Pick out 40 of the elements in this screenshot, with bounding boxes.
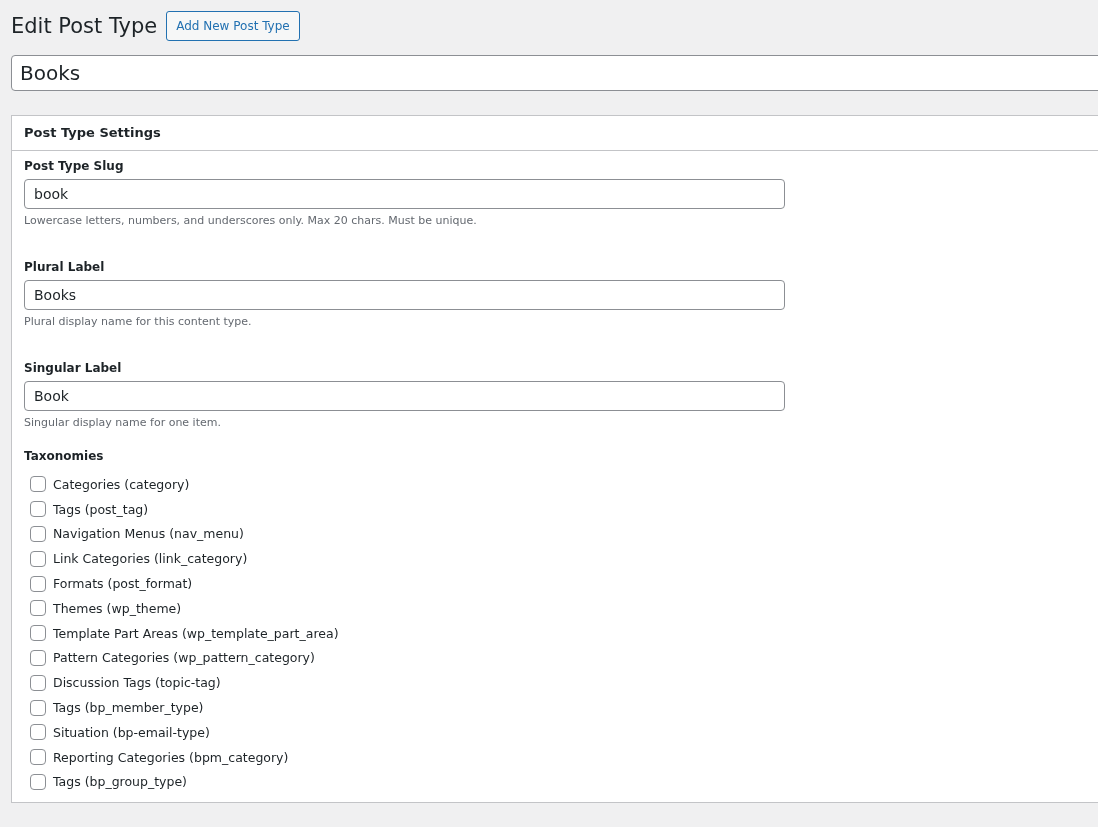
field-label: Post Type Slug [24, 159, 125, 173]
add-new-post-type-button[interactable]: Add New Post Type [166, 11, 300, 41]
checkbox[interactable] [30, 575, 46, 592]
checkbox-label: Formats (post_format) [53, 576, 193, 592]
checkbox[interactable] [30, 600, 46, 617]
checkbox[interactable] [30, 625, 46, 642]
checkbox-label: Link Categories (link_category) [53, 551, 248, 567]
checkbox-label: Pattern Categories (wp_pattern_category) [53, 650, 315, 666]
checkbox-label: Template Part Areas (wp_template_part_area) [53, 625, 339, 641]
checkbox[interactable] [30, 674, 46, 691]
checkbox-label: Navigation Menus (nav_menu) [53, 526, 244, 542]
checkbox[interactable] [30, 501, 46, 518]
title-field[interactable]: Books [11, 55, 1098, 91]
checkbox[interactable] [30, 773, 46, 790]
text-field[interactable]: Book [24, 381, 785, 411]
field-label: Singular Label [24, 361, 123, 375]
checkbox[interactable] [30, 550, 46, 567]
checkbox[interactable] [30, 699, 46, 716]
checkbox-label: Categories (category) [53, 476, 190, 492]
checkbox-label: Situation (bp-email-type) [53, 724, 210, 740]
checkbox-label: Themes (wp_theme) [53, 600, 182, 616]
checkbox[interactable] [30, 749, 46, 766]
checkbox-label: Discussion Tags (topic-tag) [53, 675, 221, 691]
field-description: Singular display name for one item. [24, 416, 222, 429]
checkbox[interactable] [30, 649, 46, 666]
checkbox[interactable] [30, 476, 46, 493]
checkbox-label: Tags (bp_member_type) [53, 700, 204, 716]
text-field[interactable]: book [24, 179, 785, 209]
checkbox[interactable] [30, 526, 46, 542]
checkbox-label: Tags (bp_group_type) [53, 774, 187, 790]
checkbox-label: Tags (post_tag) [53, 501, 149, 517]
checkbox-label: Reporting Categories (bpm_category) [53, 749, 289, 765]
field-label: Taxonomies [24, 449, 105, 463]
panel-title: Post Type Settings [12, 116, 1098, 151]
field-label: Plural Label [24, 260, 106, 274]
text-field[interactable]: Books [24, 280, 785, 310]
field-description: Lowercase letters, numbers, and underscores only. Max 20 chars. Must be unique. [24, 214, 478, 227]
page-heading: Edit Post Type [11, 14, 158, 38]
field-description: Plural display name for this content type. [24, 315, 253, 328]
checkbox[interactable] [30, 724, 46, 741]
